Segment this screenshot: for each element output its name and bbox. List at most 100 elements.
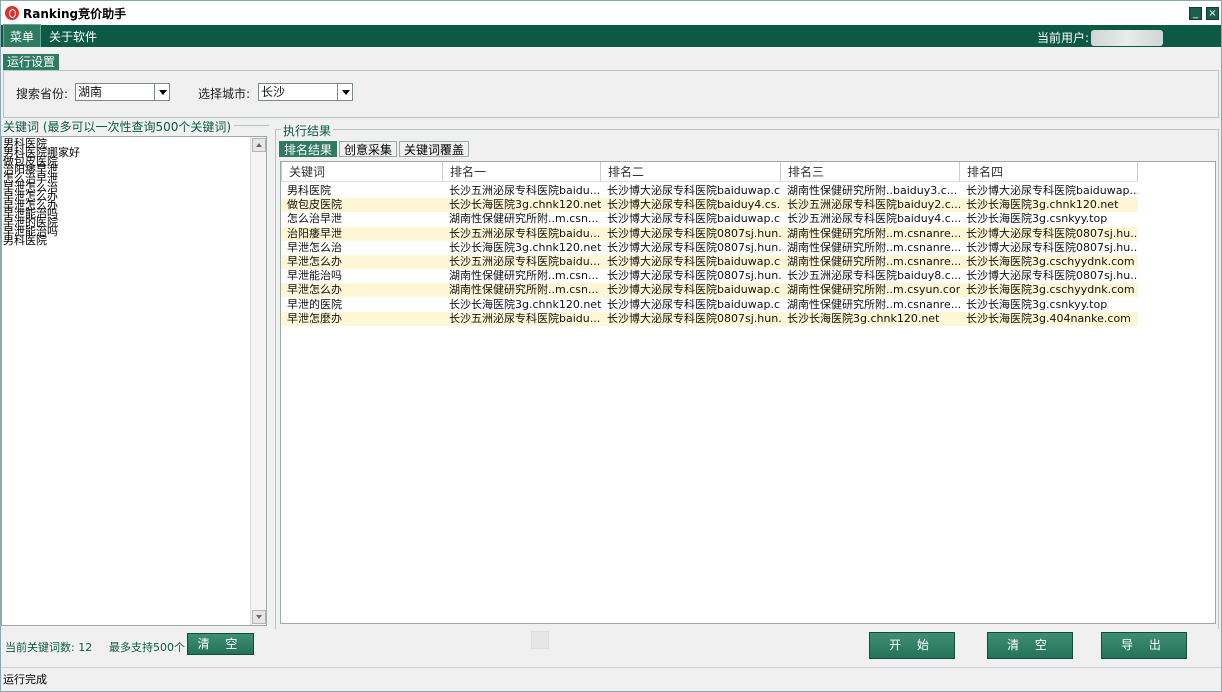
table-cell: 长沙博大泌尿专科医院baiduwap.c... bbox=[607, 184, 781, 197]
table-cell: 早泄的医院 bbox=[287, 297, 342, 311]
keyword-count: 当前关键词数: 12 bbox=[5, 641, 93, 654]
scroll-down-icon[interactable] bbox=[252, 610, 266, 624]
table-cell: 长沙博大泌尿专科医院baiduy4.cs... bbox=[607, 198, 781, 212]
window-title: Ranking竞价助手 bbox=[23, 6, 127, 21]
column-header-rank4[interactable]: 排名四 bbox=[960, 162, 1138, 181]
table-row[interactable]: 早泄怎么办 湖南性保健研究所附..m.csn... 长沙博大泌尿专科医院baiduw… bbox=[281, 283, 1138, 298]
table-cell: 长沙博大泌尿专科医院baiduwap.... bbox=[966, 184, 1138, 197]
resize-grip-icon bbox=[531, 631, 549, 649]
table-row[interactable]: 怎么治早泄 湖南性保健研究所附..m.csn... 长沙博大泌尿专科医院baiduw… bbox=[281, 212, 1138, 226]
current-user-label: 当前用户: bbox=[1036, 31, 1089, 45]
table-cell: 治阳痿早泄 bbox=[287, 226, 342, 240]
table-cell: 湖南性保健研究所附..m.csnanre... bbox=[787, 240, 960, 254]
table-cell: 长沙长海医院3g.chnk120.net bbox=[449, 297, 601, 311]
table-cell: 早泄怎么治 bbox=[287, 240, 342, 254]
app-window: Ranking竞价助手 _ × 菜单 关于软件 当前用户: 运行设置 搜索省份:… bbox=[0, 0, 1222, 692]
column-header-rank1[interactable]: 排名一 bbox=[443, 162, 601, 181]
column-header-rank3[interactable]: 排名三 bbox=[781, 162, 960, 181]
app-logo-icon bbox=[5, 6, 19, 20]
tab-creative-collection[interactable]: 创意采集 bbox=[339, 141, 398, 157]
table-cell: 长沙五洲泌尿专科医院baiduy8.c... bbox=[787, 269, 960, 283]
status-text: 运行完成 bbox=[3, 673, 47, 686]
current-user: 当前用户: bbox=[1037, 28, 1221, 47]
table-row[interactable]: 早泄的医院 长沙长海医院3g.chnk120.net 长沙博大泌尿专科医院baidu… bbox=[281, 298, 1138, 312]
minimize-button[interactable]: _ bbox=[1189, 7, 1202, 20]
clear-keywords-button[interactable]: 清 空 bbox=[187, 633, 254, 655]
table-cell: 长沙五洲泌尿专科医院baiduy2.c... bbox=[787, 198, 960, 212]
table-cell: 长沙长海医院3g.chnk120.net bbox=[787, 311, 940, 325]
table-cell: 湖南性保健研究所附..baiduy3.c... bbox=[787, 184, 958, 197]
city-value: 长沙 bbox=[261, 85, 286, 99]
table-cell: 长沙博大泌尿专科医院0807sj.hu... bbox=[966, 226, 1138, 240]
table-cell: 长沙长海医院3g.chnk120.net bbox=[449, 240, 601, 254]
table-cell: 长沙五洲泌尿专科医院baidu... bbox=[449, 311, 601, 325]
city-select[interactable]: 长沙 bbox=[258, 83, 353, 101]
menu-item-main[interactable]: 菜单 bbox=[3, 24, 42, 47]
table-cell: 湖南性保健研究所附..m.csn... bbox=[449, 269, 599, 283]
keyword-line: 男科医院 bbox=[3, 233, 47, 247]
current-user-value-redacted bbox=[1091, 29, 1163, 46]
table-cell: 长沙博大泌尿专科医院0807sj.hun... bbox=[607, 240, 781, 254]
table-cell: 湖南性保健研究所附..m.csnanre... bbox=[787, 226, 960, 240]
table-cell: 长沙博大泌尿专科医院0807sj.hun... bbox=[607, 226, 781, 240]
province-label: 搜索省份: bbox=[16, 87, 69, 101]
column-header-keyword[interactable]: 关键词 bbox=[281, 162, 443, 181]
scroll-up-icon[interactable] bbox=[252, 138, 266, 152]
table-cell: 男科医院 bbox=[287, 184, 331, 197]
results-tabs: 排名结果 创意采集 关键词覆盖 bbox=[279, 141, 471, 157]
table-cell: 湖南性保健研究所附..m.csnanre... bbox=[787, 255, 960, 268]
keyword-scrollbar[interactable] bbox=[250, 137, 266, 625]
table-cell: 湖南性保健研究所附..m.csn... bbox=[449, 212, 599, 226]
chevron-down-icon[interactable] bbox=[337, 84, 352, 100]
table-row[interactable]: 早泄能治吗 湖南性保健研究所附..m.csn... 长沙博大泌尿专科医院0807sj… bbox=[281, 269, 1138, 283]
table-row[interactable]: 做包皮医院 长沙长海医院3g.chnk120.net 长沙博大泌尿专科医院baidu… bbox=[281, 198, 1138, 213]
keyword-textarea[interactable]: 男科医院 男科医院哪家好 做包皮医院 治阳痿早泄 怎么治早泄 早泄怎么治 早泄怎么办 早泄怎么… bbox=[1, 136, 267, 626]
keyword-max-label: 最多支持500个 bbox=[109, 641, 185, 654]
keyword-group-title: 关键词 (最多可以一次性查询500个关键词) bbox=[3, 118, 235, 135]
table-cell: 早泄怎么办 bbox=[287, 283, 342, 297]
table-row[interactable]: 早泄怎麼办 长沙五洲泌尿专科医院baidu... 长沙博大泌尿专科医院0807sj.… bbox=[281, 311, 1138, 326]
menu-bar: 菜单 关于软件 当前用户: bbox=[1, 24, 1221, 47]
table-cell: 湖南性保健研究所附..m.csyun.com bbox=[787, 283, 960, 297]
table-cell: 长沙长海医院3g.csnkyy.top bbox=[966, 297, 1108, 311]
title-bar: Ranking竞价助手 _ × bbox=[1, 1, 1221, 25]
table-cell: 长沙五洲泌尿专科医院baidu... bbox=[449, 255, 601, 268]
table-cell: 长沙博大泌尿专科医院0807sj.hun... bbox=[607, 311, 781, 325]
tab-run-settings[interactable]: 运行设置 bbox=[3, 54, 60, 70]
tab-ranking-results[interactable]: 排名结果 bbox=[279, 141, 338, 157]
export-button[interactable]: 导 出 bbox=[1101, 632, 1187, 659]
table-cell: 怎么治早泄 bbox=[287, 212, 342, 226]
table-row[interactable]: 治阳痿早泄 长沙五洲泌尿专科医院baidu... 长沙博大泌尿专科医院0807sj.… bbox=[281, 226, 1138, 241]
table-cell: 长沙博大泌尿专科医院baiduwap.c... bbox=[607, 255, 781, 268]
table-header: 关键词 排名一 排名二 排名三 排名四 bbox=[281, 162, 1138, 182]
keyword-group: 关键词 (最多可以一次性查询500个关键词) 男科医院 男科医院哪家好 做包皮医院治… bbox=[1, 118, 269, 631]
column-header-rank2[interactable]: 排名二 bbox=[601, 162, 781, 181]
clear-results-button[interactable]: 清 空 bbox=[987, 632, 1073, 659]
results-group-title: 执行结果 bbox=[281, 122, 334, 139]
close-button[interactable]: × bbox=[1206, 7, 1219, 20]
table-row[interactable]: 男科医院 长沙五洲泌尿专科医院baidu... 长沙博大泌尿专科医院baiduwap… bbox=[281, 184, 1138, 198]
start-button[interactable]: 开 始 bbox=[869, 632, 955, 659]
table-cell: 长沙五洲泌尿专科医院baidu... bbox=[449, 226, 601, 240]
chevron-down-icon[interactable] bbox=[154, 84, 169, 100]
status-bar: 运行完成 bbox=[1, 667, 1221, 687]
table-cell: 做包皮医院 bbox=[287, 198, 342, 212]
table-cell: 长沙五洲泌尿专科医院baiduy4.c... bbox=[787, 212, 960, 226]
table-cell: 湖南性保健研究所附..m.csnanre... bbox=[787, 297, 960, 311]
table-row[interactable]: 早泄怎么办 长沙五洲泌尿专科医院baidu... 长沙博大泌尿专科医院baiduwa… bbox=[281, 255, 1138, 269]
table-cell: 早泄怎么办 bbox=[287, 255, 342, 268]
tab-keyword-coverage[interactable]: 关键词覆盖 bbox=[399, 141, 470, 157]
table-cell: 长沙五洲泌尿专科医院baidu... bbox=[449, 184, 601, 197]
table-cell: 长沙博大泌尿专科医院baiduwap.c... bbox=[607, 283, 781, 297]
menu-item-about[interactable]: 关于软件 bbox=[43, 25, 103, 47]
table-cell: 长沙长海医院3g.csnkyy.top bbox=[966, 212, 1108, 226]
province-select[interactable]: 湖南 bbox=[75, 83, 170, 101]
table-cell: 早泄怎麼办 bbox=[287, 311, 342, 325]
table-cell: 长沙长海医院3g.404nanke.com bbox=[966, 311, 1131, 325]
table-cell: 长沙长海医院3g.cschyydnk.com bbox=[966, 255, 1135, 268]
settings-panel: 搜索省份: 湖南 选择城市: 长沙 bbox=[3, 70, 1219, 118]
table-row[interactable]: 早泄怎么治 长沙长海医院3g.chnk120.net 长沙博大泌尿专科医院0807s… bbox=[281, 241, 1138, 255]
table-cell: 早泄能治吗 bbox=[287, 269, 342, 283]
table-cell: 长沙博大泌尿专科医院0807sj.hun... bbox=[607, 269, 781, 283]
table-cell: 湖南性保健研究所附..m.csn... bbox=[449, 283, 599, 297]
